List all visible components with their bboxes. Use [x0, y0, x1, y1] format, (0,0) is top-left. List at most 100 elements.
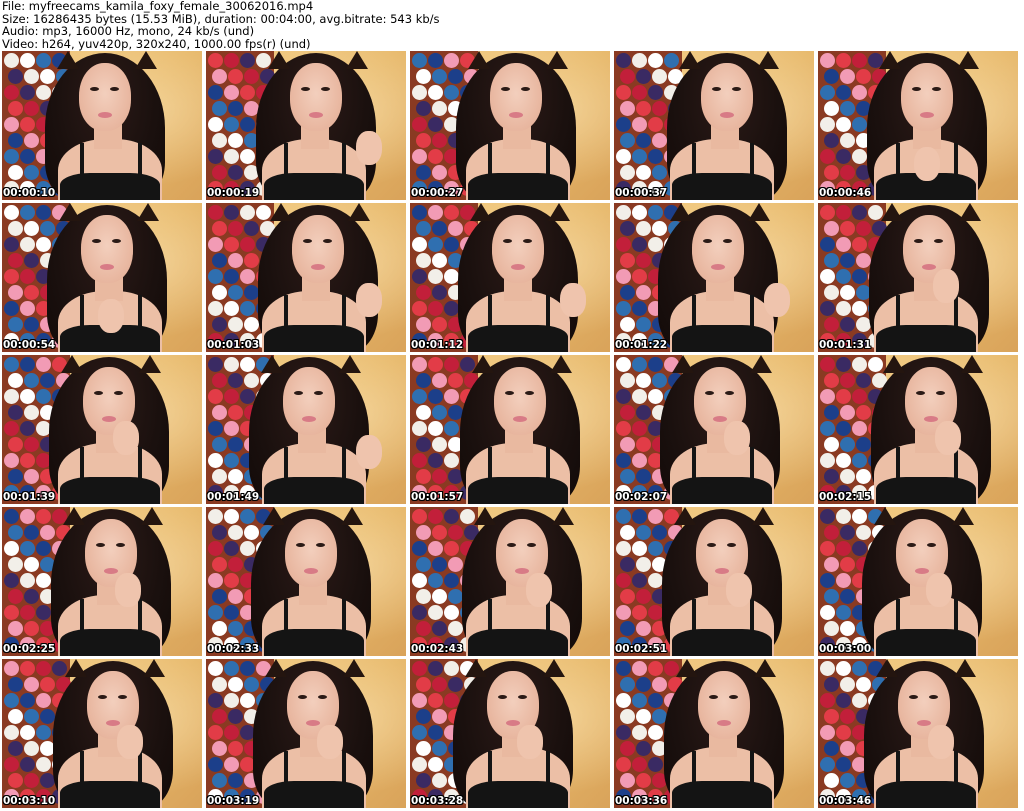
black-top	[468, 477, 568, 504]
pom-pom	[428, 453, 443, 468]
pom-pom	[664, 53, 679, 68]
pom-pom	[208, 541, 223, 556]
video-frame-thumbnail: 00:02:33	[206, 507, 406, 656]
eye-left	[507, 543, 516, 547]
cat-ear-left	[474, 507, 496, 525]
pom-pom	[212, 469, 227, 484]
eye-right	[521, 87, 530, 91]
pom-pom	[852, 149, 867, 164]
pom-pom	[448, 621, 463, 636]
pom-pom	[852, 509, 867, 524]
pom-pom	[820, 605, 835, 620]
pom-pom	[652, 69, 667, 84]
pom-pom	[20, 149, 35, 164]
pom-pom	[432, 373, 447, 388]
pom-pom	[240, 117, 255, 132]
hand	[117, 725, 143, 759]
cat-ear-left	[468, 51, 490, 69]
pom-pom	[432, 285, 447, 300]
top-strap-right	[138, 143, 142, 181]
pom-pom	[224, 301, 239, 316]
pom-pom	[36, 53, 51, 68]
frame-timestamp: 00:00:54	[3, 339, 56, 351]
pom-pom	[244, 373, 259, 388]
eye-left	[912, 87, 921, 91]
hand	[526, 573, 552, 607]
eye-left	[301, 87, 310, 91]
pom-pom	[412, 421, 427, 436]
top-strap-left	[284, 599, 288, 637]
pom-pom	[636, 405, 651, 420]
pom-pom	[228, 373, 243, 388]
pom-pom	[20, 421, 35, 436]
pom-pom	[208, 85, 223, 100]
pom-pom	[428, 725, 443, 740]
top-strap-left	[896, 295, 900, 333]
pom-pom	[8, 133, 23, 148]
pom-pom	[840, 285, 855, 300]
pom-pom	[208, 421, 223, 436]
pom-pom	[632, 573, 647, 588]
pom-pom	[432, 221, 447, 236]
pom-pom	[228, 557, 243, 572]
pom-pom	[208, 237, 223, 252]
pom-pom	[432, 69, 447, 84]
pom-pom	[4, 725, 19, 740]
pom-pom	[620, 709, 635, 724]
pom-pom	[856, 437, 871, 452]
pom-pom	[208, 53, 223, 68]
pom-pom	[8, 557, 23, 572]
pom-pom	[20, 53, 35, 68]
video-info-line: Video: h264, yuv420p, 320x240, 1000.00 f…	[2, 36, 311, 51]
pom-pom	[428, 85, 443, 100]
eye-right	[114, 391, 123, 395]
pom-pom	[412, 509, 427, 524]
pom-pom	[208, 117, 223, 132]
pom-pom	[36, 85, 51, 100]
frame-timestamp: 00:02:07	[615, 491, 668, 503]
frame-timestamp: 00:03:10	[3, 795, 56, 807]
pom-pom	[616, 573, 631, 588]
lips	[920, 112, 934, 118]
pom-pom	[8, 589, 23, 604]
pom-pom	[632, 453, 647, 468]
pom-pom	[228, 621, 243, 636]
pom-pom	[648, 573, 663, 588]
lips	[917, 720, 931, 726]
video-frame-thumbnail: 00:01:12	[410, 203, 610, 352]
hand	[356, 131, 382, 165]
pom-pom	[444, 509, 459, 524]
pom-pom	[412, 389, 427, 404]
eye-left	[916, 391, 925, 395]
frame-timestamp: 00:03:28	[411, 795, 464, 807]
hand	[113, 421, 139, 455]
pom-pom	[240, 693, 255, 708]
frame-timestamp: 00:00:19	[207, 187, 260, 199]
pom-pom	[412, 541, 427, 556]
pom-pom	[20, 541, 35, 556]
pom-pom	[212, 133, 227, 148]
cat-ear-left	[59, 203, 81, 221]
pom-pom	[852, 53, 867, 68]
pom-pom	[224, 205, 239, 220]
pom-pom	[840, 165, 855, 180]
pom-pom	[448, 525, 463, 540]
pom-pom	[636, 525, 651, 540]
pom-pom	[412, 693, 427, 708]
pom-pom	[448, 69, 463, 84]
pom-pom	[212, 405, 227, 420]
cat-ear-right	[135, 51, 157, 69]
pom-pom	[616, 53, 631, 68]
eye-left	[707, 543, 716, 547]
pom-pom	[208, 605, 223, 620]
pom-pom	[824, 469, 839, 484]
pom-pom	[40, 709, 55, 724]
pom-pom	[228, 221, 243, 236]
pom-pom	[8, 437, 23, 452]
top-strap-left	[80, 295, 84, 333]
pom-pom	[416, 133, 431, 148]
pom-pom	[648, 693, 663, 708]
pom-pom	[632, 149, 647, 164]
pom-pom	[852, 205, 867, 220]
pom-pom	[212, 373, 227, 388]
